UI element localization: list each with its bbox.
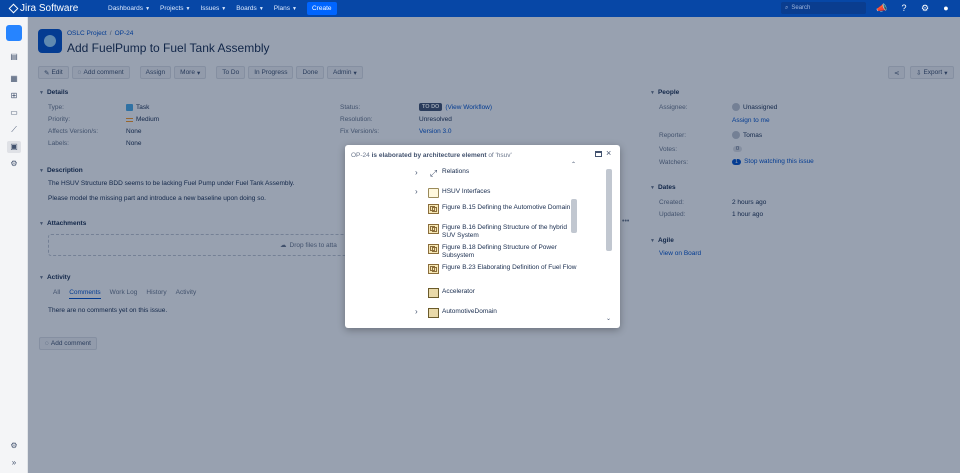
search-placeholder: Search (791, 5, 811, 11)
add-item-icon[interactable]: ⚙ (7, 158, 21, 170)
close-icon[interactable]: × (606, 148, 611, 158)
scroll-up-icon[interactable]: ⌃ (571, 161, 576, 168)
tree-item-label: Figure B.16 Defining Structure of the hy… (442, 224, 568, 239)
releases-icon[interactable]: ⊞ (7, 90, 21, 102)
nav-plans[interactable]: Plans ▼ (274, 5, 297, 12)
tree-item-label: AutomotiveDomain (442, 308, 497, 315)
help-icon[interactable]: ? (898, 2, 910, 14)
dialog-title-source: of 'hsuv' (488, 152, 512, 159)
chevron-right-icon[interactable]: › (415, 169, 418, 177)
tree-item-label: Figure B.15 Defining the Automotive Doma… (442, 204, 571, 211)
tree-scrollbar[interactable]: ⌃ (570, 161, 578, 324)
tree-item-label: HSUV Interfaces (442, 188, 491, 195)
top-navigation-bar: Jira Software Dashboards ▼ Projects ▼ Issu… (0, 0, 960, 17)
tree-item-automotivedomain[interactable]: AutomotiveDomain (428, 308, 497, 318)
dialog-title-key: OP-24 (351, 152, 370, 159)
tree-item-hsuv-interfaces[interactable]: HSUV Interfaces (428, 188, 490, 198)
diagram-icon (428, 204, 439, 214)
app-name: Jira Software (20, 3, 79, 14)
dialog-title-relation: is elaborated by architecture element (371, 152, 487, 159)
element-tree: › ⤢ Relations › HSUV Interfaces Figure B… (355, 161, 580, 324)
tree-item-figure-b16[interactable]: Figure B.16 Defining Structure of the hy… (428, 224, 578, 240)
tree-item-relations[interactable]: ⤢ Relations (428, 168, 469, 178)
tree-item-accelerator[interactable]: Accelerator (428, 288, 475, 298)
chevron-down-icon: ▼ (221, 5, 227, 12)
chevron-right-icon[interactable]: › (415, 188, 418, 196)
chevron-down-icon: ▼ (292, 5, 297, 12)
scroll-down-icon[interactable]: ⌄ (606, 315, 611, 322)
tree-item-figure-b23[interactable]: Figure B.23 Elaborating Definition of Fu… (428, 264, 578, 274)
nav-boards-label: Boards (236, 5, 257, 12)
board-icon[interactable]: ▦ (7, 73, 21, 85)
tree-item-figure-b18[interactable]: Figure B.18 Defining Structure of Power … (428, 244, 578, 260)
diagram-icon (428, 264, 439, 274)
tree-item-label: Relations (442, 168, 470, 175)
project-sidebar: ▤ ▦ ⊞ ▭ ⟋ ▣ ⚙ ⚙ » (0, 17, 28, 473)
create-button[interactable]: Create (306, 2, 337, 15)
dialog-title: OP-24 is elaborated by architecture elem… (351, 152, 512, 159)
tree-scrollbar-thumb[interactable] (571, 199, 577, 233)
tree-item-figure-b15[interactable]: Figure B.15 Defining the Automotive Doma… (428, 204, 578, 214)
components-icon[interactable]: ▭ (7, 107, 21, 119)
jira-logo-icon (8, 3, 19, 14)
maximize-icon[interactable] (595, 151, 602, 157)
nav-issues[interactable]: Issues ▼ (200, 5, 226, 12)
block-icon (428, 288, 439, 298)
tree-item-label: Accelerator (442, 288, 475, 295)
dialog-scrollbar[interactable]: ⌄ (604, 167, 613, 325)
nav-issues-label: Issues (200, 5, 220, 12)
chevron-down-icon: ▼ (258, 5, 264, 12)
nav-projects-label: Projects (160, 5, 184, 12)
project-settings-gear-icon[interactable]: ⚙ (7, 440, 21, 452)
issues-icon[interactable]: ▣ (7, 141, 21, 153)
dialog-scrollbar-thumb[interactable] (606, 169, 612, 251)
search-input[interactable]: ⌕ Search (781, 2, 866, 14)
nav-projects[interactable]: Projects ▼ (160, 5, 190, 12)
linked-elements-dialog: OP-24 is elaborated by architecture elem… (345, 145, 620, 328)
diagram-icon (428, 244, 439, 254)
notifications-icon[interactable]: 📣 (876, 2, 888, 14)
backlog-icon[interactable]: ▤ (7, 51, 21, 63)
relations-icon: ⤢ (429, 168, 438, 178)
expand-sidebar-icon[interactable]: » (7, 457, 21, 469)
nav-dashboards-label: Dashboards (108, 5, 144, 12)
diagram-icon (428, 224, 439, 234)
reports-icon[interactable]: ⟋ (7, 124, 21, 136)
tree-item-label: Figure B.23 Elaborating Definition of Fu… (442, 264, 577, 271)
chevron-down-icon: ▼ (185, 5, 191, 12)
folder-icon (428, 188, 439, 198)
project-avatar-icon[interactable] (6, 25, 22, 41)
jira-logo[interactable]: Jira Software (8, 3, 98, 14)
block-icon (428, 308, 439, 318)
search-icon: ⌕ (785, 4, 789, 11)
tree-item-label: Figure B.18 Defining Structure of Power … (442, 244, 557, 259)
nav-boards[interactable]: Boards ▼ (236, 5, 264, 12)
nav-plans-label: Plans (273, 5, 291, 12)
user-avatar[interactable]: ● (940, 2, 952, 14)
nav-dashboards[interactable]: Dashboards ▼ (108, 5, 150, 12)
settings-gear-icon[interactable]: ⚙ (919, 2, 931, 14)
chevron-down-icon: ▼ (145, 5, 151, 12)
chevron-right-icon[interactable]: › (415, 308, 418, 316)
